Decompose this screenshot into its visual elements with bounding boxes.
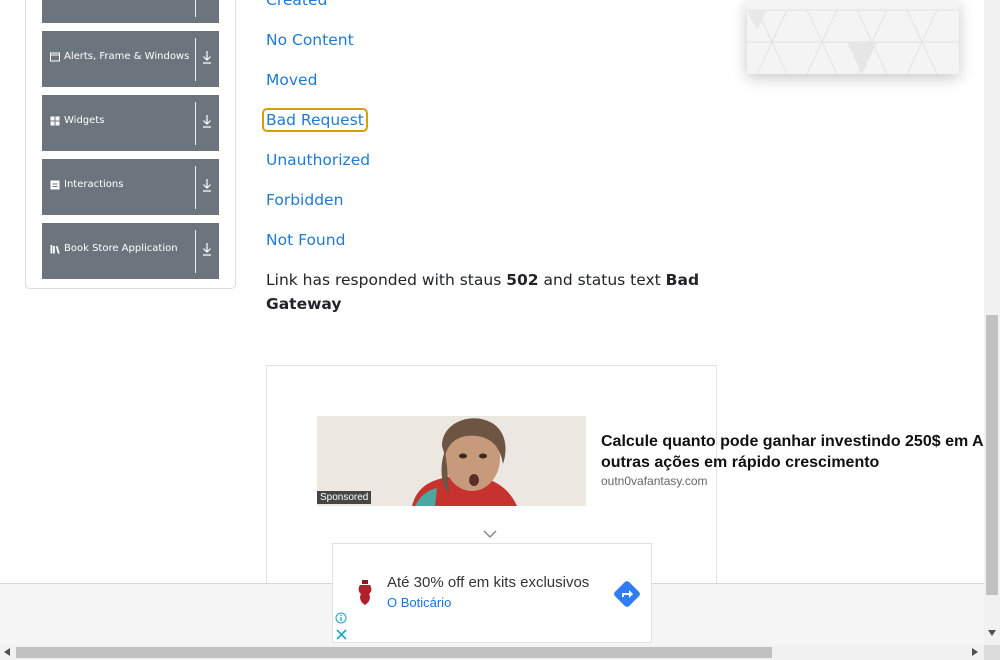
link-unauthorized[interactable]: Unauthorized [266, 151, 370, 169]
download-arrow-icon [203, 243, 211, 256]
download-arrow-icon [203, 115, 211, 128]
pattern-image [747, 0, 959, 75]
scrollbar-thumb[interactable] [986, 315, 998, 595]
download-arrow-icon [203, 51, 211, 64]
separator [195, 102, 196, 145]
scrollbar-corner [984, 645, 1000, 660]
sidebar-group-alerts[interactable]: Alerts, Frame & Windows [42, 31, 219, 87]
bottom-ad-title: Até 30% off em kits exclusivos [387, 574, 590, 591]
link-forbidden[interactable]: Forbidden [266, 191, 343, 209]
ad-banner-image[interactable] [747, 0, 959, 75]
link-moved[interactable]: Moved [266, 71, 317, 89]
separator [195, 0, 196, 17]
scrollbar-thumb[interactable] [16, 647, 772, 658]
sidebar-group-interactions[interactable]: Interactions [42, 159, 219, 215]
link-not-found[interactable]: Not Found [266, 231, 345, 249]
list-icon [50, 180, 60, 190]
books-icon [50, 245, 60, 254]
scroll-left-arrow-icon[interactable] [4, 648, 10, 656]
chevron-down-icon[interactable] [482, 529, 498, 539]
separator [195, 166, 196, 209]
response-prefix: Link has responded with staus [266, 271, 507, 289]
bottom-ad-card[interactable]: Até 30% off em kits exclusivos O Boticár… [332, 543, 652, 643]
download-arrow-icon [201, 0, 213, 1]
sidebar-group-book-store[interactable]: Book Store Application [42, 223, 219, 279]
link-response-message: Link has responded with staus 502 and st… [266, 268, 706, 316]
directions-arrow-icon[interactable] [613, 580, 641, 608]
link-created[interactable]: Created [266, 0, 327, 9]
sidebar-group-widgets[interactable]: Widgets [42, 95, 219, 151]
ad-domain[interactable]: outn0vafantasy.com [601, 474, 708, 488]
response-middle: and status text [538, 271, 666, 289]
response-status-code: 502 [506, 271, 539, 289]
sidebar-group-partial[interactable] [42, 0, 219, 23]
info-icon[interactable] [335, 612, 347, 624]
sidebar-group-label: Widgets [64, 115, 105, 126]
separator [195, 230, 196, 273]
grid-icon [50, 116, 60, 126]
sponsored-badge: Sponsored [317, 491, 372, 504]
link-bad-request[interactable]: Bad Request [262, 108, 368, 132]
link-no-content[interactable]: No Content [266, 31, 354, 49]
scroll-right-arrow-icon[interactable] [972, 648, 978, 656]
ad-headline[interactable]: Calcule quanto pode ganhar investindo 25… [601, 431, 1000, 473]
vertical-scrollbar[interactable] [984, 0, 1000, 645]
perfume-bottle-icon [358, 580, 372, 605]
download-arrow-icon [203, 179, 211, 192]
horizontal-scrollbar[interactable] [0, 645, 984, 660]
window-icon [50, 52, 60, 62]
separator [195, 38, 196, 81]
sidebar-group-label: Interactions [64, 179, 124, 190]
close-icon[interactable] [336, 629, 347, 640]
sidebar-group-label: Alerts, Frame & Windows [64, 51, 190, 62]
bottom-ad-brand: O Boticário [387, 595, 452, 610]
scroll-down-arrow-icon[interactable] [988, 630, 996, 636]
sidebar-group-label: Book Store Application [64, 243, 178, 254]
